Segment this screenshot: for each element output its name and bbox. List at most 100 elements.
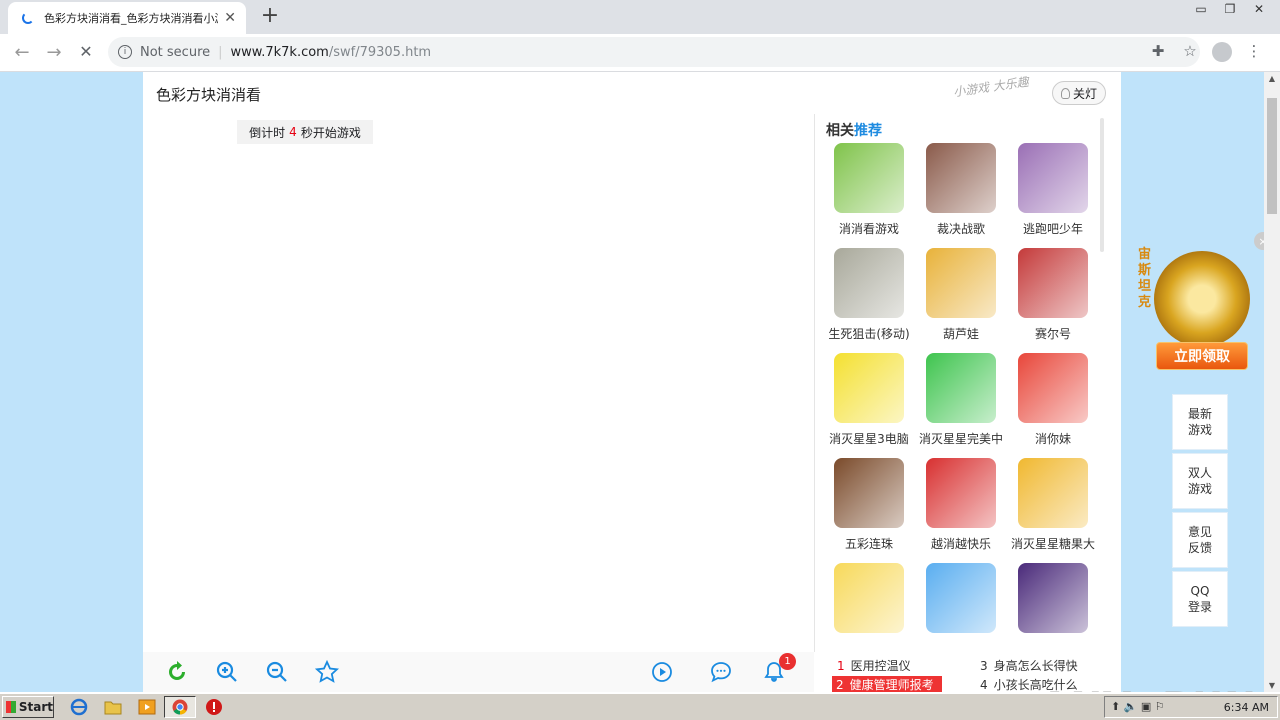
bookmark-star-icon[interactable]: ☆ xyxy=(1174,42,1206,62)
related-game-item[interactable]: 赛尔号 xyxy=(1007,248,1099,342)
info-icon[interactable]: i xyxy=(118,45,132,59)
related-game-name: 消你妹 xyxy=(1034,432,1071,446)
related-game-item[interactable]: 消灭星星糖果大 xyxy=(1007,458,1099,552)
new-tab-button[interactable]: + xyxy=(259,5,281,27)
forward-icon[interactable]: → xyxy=(43,42,65,63)
related-game-name: 裁决战歌 xyxy=(936,222,985,236)
page-title: 色彩方块消消看 xyxy=(156,86,262,104)
hot-item[interactable]: 3 身高怎么长得快 xyxy=(980,657,1078,674)
ie-icon[interactable] xyxy=(70,698,88,716)
float-menu-qq-login[interactable]: QQ登录 xyxy=(1172,571,1228,627)
panel-scrollbar[interactable] xyxy=(1100,118,1104,252)
related-game-item[interactable]: 葫芦娃 xyxy=(915,248,1007,342)
zoom-in-icon[interactable] xyxy=(215,660,239,684)
countdown-prefix: 倒计时 xyxy=(249,125,286,140)
float-menu-two-player[interactable]: 双人游戏 xyxy=(1172,453,1228,509)
stop-sign-icon[interactable] xyxy=(205,698,223,716)
candy-icon xyxy=(1018,458,1088,528)
related-games-panel: 相关推荐 消消看游戏 裁决战歌 逃跑吧少年 生死狙击(移动) 葫芦娃 赛尔号 消灭星星3电脑… xyxy=(814,114,1108,652)
promo-ad[interactable]: 宙斯坦克 立即领取 xyxy=(1132,247,1264,377)
chrome-task-button[interactable] xyxy=(164,696,196,718)
window-close-icon[interactable]: ✕ xyxy=(1246,0,1272,18)
related-game-item[interactable] xyxy=(1007,563,1099,640)
browser-tab[interactable]: 色彩方块消消看_色彩方块消消看小游 ✕ xyxy=(8,2,246,34)
avatar-icon xyxy=(1212,42,1232,62)
hot-text: 身高怎么长得快 xyxy=(993,659,1078,673)
related-game-item[interactable]: 越消越快乐 xyxy=(915,458,1007,552)
brand-logo: 小游戏 大乐趣 xyxy=(952,74,1030,100)
related-game-item[interactable]: 消你妹 xyxy=(1007,353,1099,447)
related-game-item[interactable]: 消消看游戏 xyxy=(823,143,915,237)
hot-rank: 1 xyxy=(837,659,845,673)
address-bar[interactable]: i Not secure | www.7k7k.com /swf/79305.h… xyxy=(108,37,1200,67)
hot-rank: 2 xyxy=(836,678,844,692)
related-game-item[interactable]: 消灭星星3电脑 xyxy=(823,353,915,447)
related-game-name: 越消越快乐 xyxy=(930,537,991,551)
gourd-kid-icon xyxy=(926,248,996,318)
minimize-icon[interactable]: ▭ xyxy=(1188,0,1214,18)
related-game-item[interactable]: 逃跑吧少年 xyxy=(1007,143,1099,237)
related-game-item[interactable] xyxy=(823,563,915,640)
hot-item[interactable]: 1 医用控温仪 xyxy=(837,657,911,674)
promo-emblem-icon xyxy=(1154,251,1250,347)
stop-loading-icon[interactable]: ✕ xyxy=(75,42,97,61)
lights-off-button[interactable]: 关灯 xyxy=(1052,81,1106,105)
menu-icon[interactable]: ⋮ xyxy=(1238,42,1270,62)
related-title: 相关推荐 xyxy=(826,120,882,140)
game-controls-bar xyxy=(143,652,814,692)
related-game-name: 消灭星星完美中 xyxy=(918,432,1003,446)
comment-icon[interactable] xyxy=(709,660,733,684)
toolbar-actions: ✚ ☆ ⋮ xyxy=(1142,42,1270,62)
related-game-item[interactable]: 裁决战歌 xyxy=(915,143,1007,237)
windows-flag-icon xyxy=(6,701,16,713)
media-player-icon[interactable] xyxy=(138,698,156,716)
url-host: www.7k7k.com xyxy=(230,44,329,60)
back-icon[interactable]: ← xyxy=(11,42,33,63)
tray-icons[interactable]: ⬆ 🔈 ▣ ⚐ xyxy=(1111,700,1165,713)
scroll-up-icon[interactable]: ▲ xyxy=(1264,74,1280,83)
clock: 6:34 AM xyxy=(1223,700,1269,714)
favorite-star-icon[interactable] xyxy=(315,660,339,684)
restore-icon[interactable]: ❐ xyxy=(1217,0,1243,18)
system-tray: ⬆ 🔈 ▣ ⚐ 6:34 AM xyxy=(1104,696,1278,718)
block-tower-icon xyxy=(1018,563,1088,633)
related-game-name: 五彩连珠 xyxy=(844,537,893,551)
refresh-icon[interactable] xyxy=(165,660,189,684)
folder-icon[interactable] xyxy=(104,698,122,716)
browser-toolbar: ← → ✕ i Not secure | www.7k7k.com /swf/7… xyxy=(0,34,1280,72)
hot-rank: 3 xyxy=(980,659,988,673)
countdown-suffix: 秒开始游戏 xyxy=(300,125,361,140)
countdown-banner: 倒计时 4 秒开始游戏 xyxy=(237,120,373,144)
start-label: Start xyxy=(18,700,53,714)
tab-title: 色彩方块消消看_色彩方块消消看小游 xyxy=(44,12,219,25)
running-boys-icon xyxy=(1018,143,1088,213)
related-game-item[interactable]: 生死狙击(移动) xyxy=(823,248,915,342)
float-menu-feedback[interactable]: 意见反馈 xyxy=(1172,512,1228,568)
promo-claim-button[interactable]: 立即领取 xyxy=(1156,342,1248,370)
countdown-number: 4 xyxy=(289,125,297,139)
zoom-out-icon[interactable] xyxy=(265,660,289,684)
stars-green-icon xyxy=(926,353,996,423)
video-play-icon[interactable] xyxy=(650,660,674,684)
scroll-thumb[interactable] xyxy=(1267,98,1277,214)
profile-avatar[interactable] xyxy=(1206,42,1238,62)
cupcakes-icon xyxy=(926,563,996,633)
related-game-item[interactable]: 五彩连珠 xyxy=(823,458,915,552)
fruit-faces-icon xyxy=(834,563,904,633)
related-game-item[interactable]: 消灭星星完美中 xyxy=(915,353,1007,447)
bulb-icon xyxy=(1060,87,1070,99)
tab-close-icon[interactable]: ✕ xyxy=(224,10,236,26)
url-path: /swf/79305.htm xyxy=(328,44,432,60)
page-scrollbar[interactable]: ▲ ▼ xyxy=(1264,72,1280,692)
warrior-woman-icon xyxy=(926,143,996,213)
extension-icon[interactable]: ✚ xyxy=(1142,42,1174,62)
hot-item[interactable]: 2 健康管理师报考 xyxy=(832,676,942,692)
red-blocks-icon xyxy=(926,458,996,528)
start-button[interactable]: Start xyxy=(2,696,54,718)
game-canvas[interactable]: 倒计时 4 秒开始游戏 xyxy=(143,114,814,652)
related-game-name: 葫芦娃 xyxy=(942,327,979,341)
float-menu-latest[interactable]: 最新游戏 xyxy=(1172,394,1228,450)
scroll-down-icon[interactable]: ▼ xyxy=(1264,681,1280,690)
related-game-name: 消灭星星糖果大 xyxy=(1010,537,1095,551)
related-game-item[interactable] xyxy=(915,563,1007,640)
